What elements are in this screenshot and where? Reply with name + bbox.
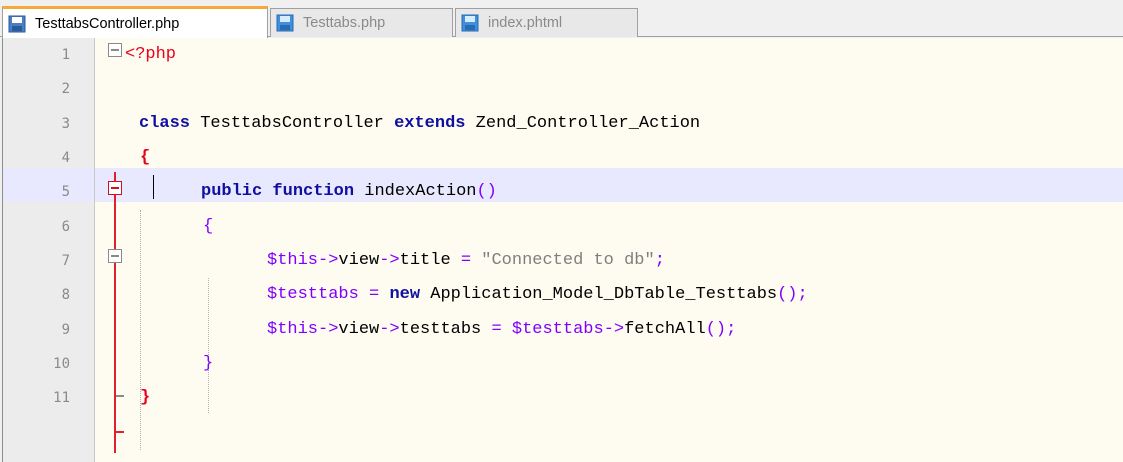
- operator: ->: [379, 251, 400, 270]
- line-number: 1: [61, 47, 70, 63]
- operator: =: [481, 320, 512, 339]
- keyword: class: [139, 114, 191, 133]
- operator: ->: [318, 320, 339, 339]
- parens: (): [476, 182, 497, 201]
- line-number: 5: [61, 184, 70, 200]
- save-file-icon: [461, 14, 479, 32]
- brace: {: [203, 217, 214, 236]
- property: testtabs: [399, 320, 482, 339]
- line-number: 4: [61, 150, 70, 166]
- code-line: 1 <?php: [3, 38, 1123, 72]
- keyword: public: [201, 182, 263, 201]
- php-open-tag: <?php: [125, 45, 177, 64]
- parens: (): [705, 320, 727, 339]
- class-name: TesttabsController: [190, 114, 395, 133]
- brace: }: [203, 354, 214, 373]
- code-line: 8 $testtabs = new Application_Model_DbTa…: [3, 278, 1123, 312]
- line-number: 3: [61, 116, 70, 132]
- line-number: 11: [53, 390, 70, 406]
- code-line: 2: [3, 72, 1123, 106]
- code-line: 3 class TesttabsController extends Zend_…: [3, 107, 1123, 141]
- parent-class: Zend_Controller_Action: [465, 114, 701, 133]
- line-number: 10: [53, 356, 70, 372]
- save-file-icon: [8, 15, 26, 32]
- operator: ->: [379, 320, 400, 339]
- property: title: [399, 251, 451, 270]
- line-number: 9: [61, 322, 70, 338]
- code-editor[interactable]: 1 <?php 2 3 class TesttabsController ext…: [2, 38, 1123, 462]
- operator: =: [450, 251, 482, 270]
- variable: $testtabs: [267, 285, 359, 304]
- code-line: 7 $this->view->title = "Connected to db"…: [3, 244, 1123, 278]
- parens: (): [777, 285, 798, 304]
- keyword: new: [389, 285, 421, 304]
- brace: {: [140, 148, 151, 167]
- variable: $testtabs: [511, 320, 604, 339]
- code-line: 5 public function indexAction(): [3, 175, 1123, 209]
- tab-testtabs[interactable]: Testtabs.php: [270, 8, 453, 37]
- method-call: fetchAll: [624, 320, 706, 339]
- variable: $this: [267, 320, 319, 339]
- save-file-icon: [276, 14, 294, 32]
- semicolon: ;: [654, 251, 665, 270]
- string-literal: "Connected to db": [481, 251, 655, 270]
- code-line: 9 $this->view->testtabs = $testtabs->fet…: [3, 313, 1123, 347]
- operator: ->: [603, 320, 625, 339]
- tab-testtabscontroller[interactable]: TesttabsController.php: [2, 6, 268, 38]
- property: view: [338, 320, 380, 339]
- keyword: extends: [394, 114, 466, 133]
- tab-label: index.phtml: [488, 15, 563, 31]
- line-number: 6: [61, 219, 70, 235]
- brace: }: [140, 388, 151, 407]
- tab-label: TesttabsController.php: [35, 15, 180, 32]
- code-line: 6 {: [3, 210, 1123, 244]
- code-line: 10 }: [3, 347, 1123, 381]
- fold-end-marker: [116, 431, 124, 433]
- tab-label: Testtabs.php: [303, 15, 386, 31]
- tab-index-phtml[interactable]: index.phtml: [455, 8, 638, 37]
- line-number: 7: [61, 253, 70, 269]
- variable: $this: [267, 251, 319, 270]
- class-name: Application_Model_DbTable_Testtabs: [420, 285, 778, 304]
- semicolon: ;: [797, 285, 808, 304]
- tab-bar: TesttabsController.php Testtabs.php inde…: [0, 0, 1123, 38]
- function-name: indexAction: [354, 182, 477, 201]
- property: view: [338, 251, 380, 270]
- line-number: 2: [61, 81, 70, 97]
- code-line: 11 }: [3, 381, 1123, 415]
- code-line: 4 {: [3, 141, 1123, 175]
- operator: =: [358, 285, 390, 304]
- line-number: 8: [61, 287, 70, 303]
- keyword: function: [262, 182, 355, 201]
- semicolon: ;: [726, 320, 737, 339]
- operator: ->: [318, 251, 339, 270]
